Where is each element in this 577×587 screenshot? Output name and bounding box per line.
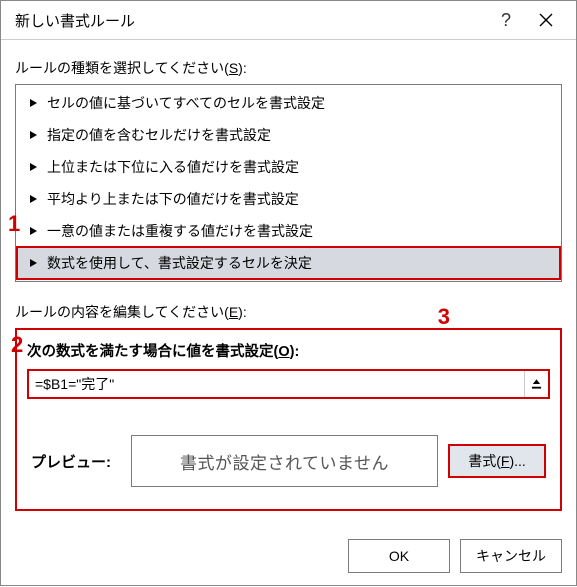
preview-label: プレビュー:: [31, 451, 121, 472]
formula-input[interactable]: [29, 371, 524, 397]
rule-type-label: 数式を使用して、書式設定するセルを決定: [47, 253, 312, 273]
ok-button[interactable]: OK: [348, 539, 450, 573]
button-text: 書式(: [468, 453, 501, 469]
label-text: ):: [238, 60, 247, 76]
rule-type-label: セルの値に基づいてすべてのセルを書式設定: [47, 93, 325, 113]
rule-type-item[interactable]: セルの値に基づいてすべてのセルを書式設定: [16, 87, 561, 119]
title-bar: 新しい書式ルール ?: [1, 1, 576, 40]
rule-type-item[interactable]: 一意の値または重複する値だけを書式設定: [16, 215, 561, 247]
rule-type-label: 平均より上または下の値だけを書式設定: [47, 189, 299, 209]
help-icon[interactable]: ?: [486, 1, 526, 39]
arrow-icon: [30, 195, 37, 203]
arrow-icon: [30, 99, 37, 107]
edit-rule-description-label: ルールの内容を編集してください(E):: [15, 302, 562, 322]
heading-text: 次の数式を満たす場合に値を書式設定(: [27, 344, 278, 360]
arrow-icon: [30, 131, 37, 139]
close-icon[interactable]: [526, 1, 566, 39]
label-accelerator: E: [229, 304, 238, 320]
arrow-icon: [30, 163, 37, 171]
arrow-icon: [30, 259, 37, 267]
rule-type-list[interactable]: 1 セルの値に基づいてすべてのセルを書式設定 指定の値を含むセルだけを書式設定 …: [15, 84, 562, 282]
button-text: )...: [509, 453, 525, 469]
preview-row: 3 プレビュー: 書式が設定されていません 書式(F)...: [27, 435, 550, 487]
heading-text: ):: [290, 344, 300, 360]
preview-box: 書式が設定されていません: [131, 435, 438, 487]
arrow-icon: [30, 227, 37, 235]
new-formatting-rule-dialog: 新しい書式ルール ? ルールの種類を選択してください(S): 1 セルの値に基づ…: [0, 0, 577, 586]
label-text: ルールの内容を編集してください(: [15, 304, 229, 320]
edit-rule-section: 2 次の数式を満たす場合に値を書式設定(O): 3 プレビュー: 書式が設定され…: [15, 328, 562, 511]
rule-type-item-selected[interactable]: 数式を使用して、書式設定するセルを決定: [16, 246, 561, 280]
label-accelerator: S: [229, 60, 238, 76]
rule-type-item[interactable]: 上位または下位に入る値だけを書式設定: [16, 151, 561, 183]
rule-type-label: 一意の値または重複する値だけを書式設定: [47, 221, 313, 241]
rule-type-item[interactable]: 平均より上または下の値だけを書式設定: [16, 183, 561, 215]
label-text: ルールの種類を選択してください(: [15, 60, 229, 76]
rule-type-item[interactable]: 指定の値を含むセルだけを書式設定: [16, 119, 561, 151]
dialog-title: 新しい書式ルール: [15, 10, 486, 31]
formula-heading: 次の数式を満たす場合に値を書式設定(O):: [27, 340, 550, 361]
callout-2: 2: [11, 332, 23, 358]
select-rule-type-label: ルールの種類を選択してください(S):: [15, 58, 562, 78]
collapse-dialog-icon[interactable]: [524, 371, 548, 397]
heading-accelerator: O: [278, 344, 289, 360]
cancel-button[interactable]: キャンセル: [460, 539, 562, 573]
format-button[interactable]: 書式(F)...: [448, 444, 546, 478]
dialog-footer: OK キャンセル: [1, 525, 576, 587]
label-text: ):: [238, 304, 247, 320]
rule-type-label: 上位または下位に入る値だけを書式設定: [47, 157, 299, 177]
dialog-body: ルールの種類を選択してください(S): 1 セルの値に基づいてすべてのセルを書式…: [1, 40, 576, 525]
formula-field-wrap: [27, 369, 550, 399]
rule-type-label: 指定の値を含むセルだけを書式設定: [47, 125, 271, 145]
